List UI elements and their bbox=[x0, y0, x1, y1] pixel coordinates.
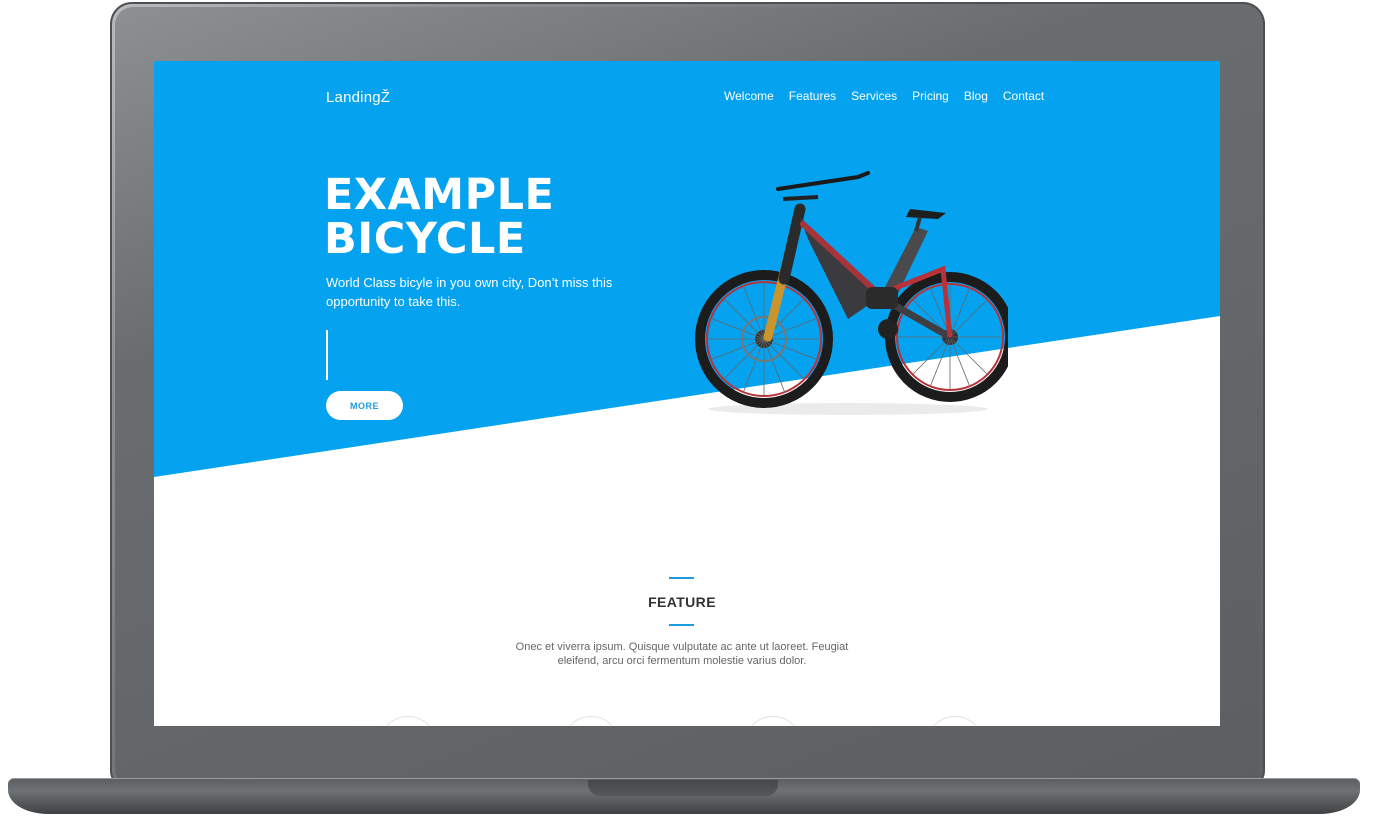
top-nav: Welcome Features Services Pricing Blog C… bbox=[724, 89, 1044, 103]
hero-background bbox=[154, 61, 1220, 477]
nav-item-contact[interactable]: Contact bbox=[1003, 89, 1044, 103]
bicycle-image bbox=[695, 171, 1008, 415]
hero-description: World Class bicyle in you own city, Don’… bbox=[326, 275, 613, 309]
site-logo[interactable]: LandingŽ bbox=[326, 89, 390, 106]
feature-icon[interactable] bbox=[926, 716, 984, 726]
website-screen: LandingŽ Welcome Features Services Prici… bbox=[154, 61, 1220, 726]
nav-item-services[interactable]: Services bbox=[851, 89, 897, 103]
feature-icon[interactable] bbox=[562, 716, 620, 726]
nav-item-pricing[interactable]: Pricing bbox=[912, 89, 949, 103]
hero-divider bbox=[326, 330, 328, 380]
feature-description: Onec et viverra ipsum. Quisque vulputate… bbox=[515, 641, 849, 667]
nav-item-welcome[interactable]: Welcome bbox=[724, 89, 774, 103]
hero-title-line-2: BICYCLE bbox=[324, 214, 526, 264]
feature-accent-top bbox=[669, 577, 694, 579]
feature-icon[interactable] bbox=[744, 716, 802, 726]
feature-accent-bottom bbox=[669, 624, 694, 626]
laptop-notch bbox=[588, 780, 778, 796]
more-button[interactable]: MORE bbox=[326, 391, 403, 420]
feature-heading: FEATURE bbox=[648, 594, 716, 610]
feature-icon[interactable] bbox=[379, 716, 437, 726]
hero-title-line-1: EXAMPLE bbox=[324, 170, 555, 220]
nav-item-blog[interactable]: Blog bbox=[964, 89, 988, 103]
hero-title: EXAMPLE BICYCLE bbox=[324, 173, 554, 261]
nav-item-features[interactable]: Features bbox=[789, 89, 836, 103]
